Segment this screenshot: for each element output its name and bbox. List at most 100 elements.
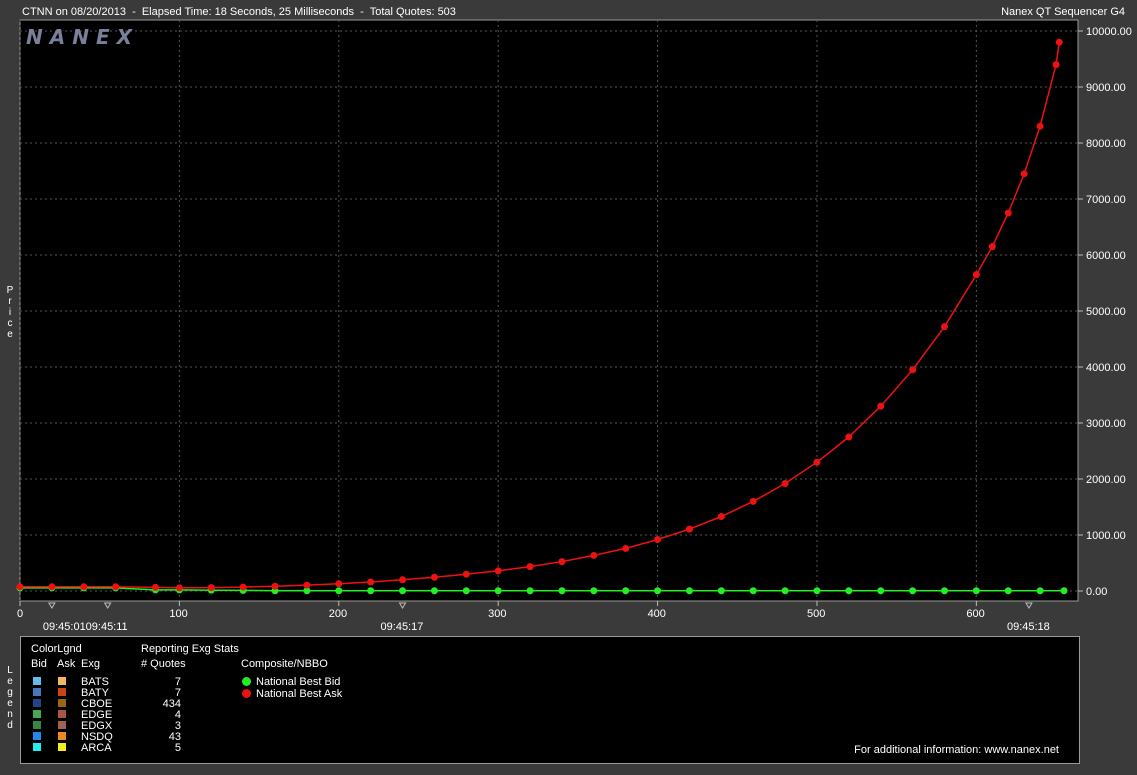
bid-color-swatch (33, 677, 41, 685)
y-tick-label: 7000.00 (1086, 194, 1126, 206)
data-point (654, 587, 662, 595)
y-tick-label: 5000.00 (1086, 306, 1126, 318)
data-point (1060, 587, 1068, 595)
time-label: 09:45:11 (86, 621, 128, 633)
nbbo-label: National Best Bid (256, 676, 341, 688)
time-label: 09:45:17 (381, 621, 424, 633)
time-marker (398, 602, 407, 609)
data-point (590, 587, 598, 595)
plot-area (19, 19, 1079, 602)
data-point (80, 583, 88, 591)
exchange-column-header: Exg (81, 658, 100, 670)
data-point (430, 587, 438, 595)
data-point (845, 587, 853, 595)
nbbo-marker (242, 689, 251, 698)
data-point (813, 458, 821, 466)
data-point (526, 587, 534, 595)
vertical-letter: d (7, 720, 13, 731)
time-marker (47, 602, 56, 609)
x-tick-label: 600 (966, 608, 984, 620)
data-point (335, 587, 343, 595)
data-point (462, 587, 470, 595)
bid-color-swatch (33, 688, 41, 696)
data-point (303, 581, 311, 589)
nbbo-label: National Best Ask (256, 688, 343, 700)
data-point (988, 243, 996, 251)
data-point (685, 525, 693, 533)
data-point (526, 563, 534, 571)
ask-color-swatch (58, 699, 66, 707)
data-point (972, 271, 980, 279)
data-point (845, 433, 853, 441)
color-legend-header: ColorLgnd (31, 643, 82, 655)
legend-panel: ColorLgnd Bid Ask Exg Reporting Exg Stat… (20, 636, 1080, 764)
y-tick-label: 8000.00 (1086, 138, 1126, 150)
ask-color-swatch (58, 732, 66, 740)
data-point (1020, 170, 1028, 178)
data-point (367, 578, 375, 586)
x-tick-label: 300 (488, 608, 506, 620)
vertical-letter: e (7, 676, 13, 687)
data-point (1036, 122, 1044, 130)
y-axis-ticks: 0.00 1000.00 2000.00 3000.00 4000.00 5000.00 6… (1078, 26, 1132, 598)
footer-info: For additional information: www.nanex.ne… (854, 744, 1059, 756)
exchange-name: ARCA (81, 742, 112, 754)
data-point (654, 535, 662, 543)
y-tick-label: 2000.00 (1086, 474, 1126, 486)
x-tick-label: 100 (169, 608, 187, 620)
x-tick-label: 0 (17, 608, 23, 620)
data-point (558, 587, 566, 595)
data-point (717, 587, 725, 595)
vertical-letter: g (7, 687, 13, 698)
ask-color-swatch (58, 721, 66, 729)
data-point (494, 587, 502, 595)
data-point (940, 587, 948, 595)
data-point (175, 584, 183, 592)
y-tick-label: 3000.00 (1086, 418, 1126, 430)
data-point (1004, 209, 1012, 217)
data-point (909, 587, 917, 595)
nbbo-marker (242, 677, 251, 686)
y-tick-label: 6000.00 (1086, 250, 1126, 262)
data-point (494, 567, 502, 575)
quotes-column-header: # Quotes (141, 658, 186, 670)
data-point (367, 587, 375, 595)
bid-color-swatch (33, 699, 41, 707)
bid-color-swatch (33, 721, 41, 729)
data-point (207, 584, 215, 592)
data-point (877, 402, 885, 410)
data-point (335, 580, 343, 588)
data-point (909, 366, 917, 374)
bid-color-swatch (33, 710, 41, 718)
data-point (590, 551, 598, 559)
y-tick-label: 10000.00 (1086, 26, 1132, 38)
x-tick-label: 400 (648, 608, 666, 620)
x-axis-ticks: 0 100 200 300 400 500 600 09:45:01 09:45:11 09:45… (17, 601, 1050, 633)
data-point (462, 570, 470, 578)
data-point (749, 587, 757, 595)
data-point (112, 583, 120, 591)
data-point (399, 587, 407, 595)
ask-color-swatch (58, 677, 66, 685)
data-point (749, 497, 757, 505)
vertical-letter: e (7, 698, 13, 709)
data-point (717, 513, 725, 521)
data-point (48, 583, 56, 591)
price-chart: NANEX 0.00 1000.00 2000.00 3000.00 4000.00 50… (16, 19, 1132, 633)
data-point (813, 587, 821, 595)
data-point (558, 558, 566, 566)
data-point (430, 573, 438, 581)
data-point (940, 323, 948, 331)
data-point (151, 583, 159, 591)
exchange-quote-count: 5 (174, 742, 181, 754)
data-point (877, 587, 885, 595)
data-point (622, 587, 630, 595)
time-marker (1025, 602, 1033, 609)
y-tick-label: 1000.00 (1086, 530, 1126, 542)
bid-color-swatch (33, 732, 41, 740)
nanex-watermark: NANEX (26, 25, 139, 49)
x-tick-label: 500 (807, 608, 825, 620)
data-point (1004, 587, 1012, 595)
ask-column-header: Ask (57, 658, 76, 670)
data-point (972, 587, 980, 595)
